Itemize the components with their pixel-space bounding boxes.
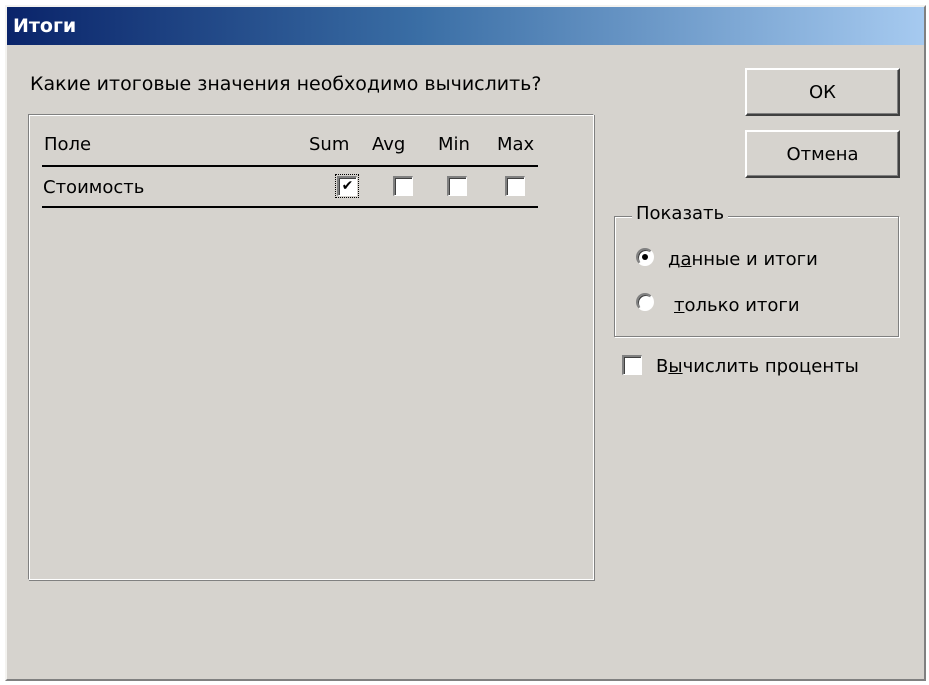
radio-totals-only-label[interactable]: только итоги — [674, 295, 800, 316]
radio-data-and-totals-label[interactable]: данные и итоги — [668, 249, 818, 270]
column-header-field: Поле — [44, 134, 92, 155]
max-checkbox[interactable] — [505, 176, 525, 196]
field-name: Стоимость — [43, 177, 145, 198]
show-groupbox — [614, 216, 899, 337]
column-header-sum: Sum — [309, 134, 350, 155]
window-title: Итоги — [13, 15, 77, 37]
show-group-legend: Показать — [632, 203, 729, 224]
radio-selected-dot-icon — [642, 254, 648, 260]
radio-totals-only[interactable] — [636, 293, 654, 311]
column-header-max: Max — [497, 134, 535, 155]
radio-data-and-totals[interactable] — [636, 248, 654, 266]
avg-checkbox[interactable] — [393, 176, 413, 196]
prompt-text: Какие итоговые значения необходимо вычис… — [30, 73, 542, 95]
cancel-button[interactable]: Отмена — [745, 130, 900, 178]
calculate-percent-checkbox[interactable] — [622, 355, 642, 375]
column-header-avg: Avg — [372, 134, 406, 155]
calculate-percent-label[interactable]: Вычислить проценты — [656, 356, 859, 377]
min-checkbox[interactable] — [447, 176, 467, 196]
header-divider — [42, 165, 538, 167]
row-divider — [42, 206, 538, 208]
title-bar[interactable]: Итоги — [7, 7, 924, 45]
sum-checkbox[interactable]: ✔ — [335, 174, 359, 198]
column-header-min: Min — [438, 134, 470, 155]
ok-button[interactable]: ОК — [745, 68, 900, 116]
check-mark-icon: ✔ — [341, 178, 354, 194]
